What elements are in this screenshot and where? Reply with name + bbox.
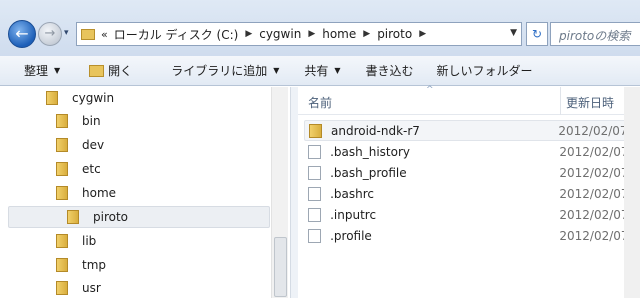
column-header-row: ^ 名前 更新日時 bbox=[298, 85, 640, 115]
tree-item-dev[interactable]: dev bbox=[56, 134, 104, 156]
dropdown-arrow-icon: ▼ bbox=[54, 66, 61, 75]
tree-item-label: piroto bbox=[93, 210, 129, 224]
folder-icon bbox=[67, 210, 79, 224]
open-label: 開く bbox=[108, 64, 133, 78]
tree-item-tmp[interactable]: tmp bbox=[56, 254, 106, 276]
item-name: android-ndk-r7 bbox=[331, 123, 420, 138]
tree-item-label: cygwin bbox=[72, 91, 115, 105]
folder-icon bbox=[81, 28, 95, 40]
breadcrumb-local-disk[interactable]: ローカル ディスク (C:) bbox=[114, 26, 239, 43]
share-button[interactable]: 共有 ▼ bbox=[290, 56, 351, 85]
refresh-button[interactable]: ↻ bbox=[526, 22, 548, 46]
list-item[interactable]: android-ndk-r7 2012/02/07 2 bbox=[304, 120, 640, 141]
column-header-name[interactable]: 名前 bbox=[308, 94, 332, 111]
folder-icon bbox=[309, 123, 322, 138]
file-icon bbox=[308, 186, 322, 201]
folder-icon bbox=[56, 281, 68, 295]
file-list-scrollbar[interactable] bbox=[624, 87, 640, 298]
item-name: .inputrc bbox=[330, 207, 377, 222]
back-button[interactable]: ← bbox=[8, 20, 36, 48]
folder-icon bbox=[56, 162, 68, 176]
command-bar: 整理 ▼ 開く ライブラリに追加 ▼ 共有 ▼ 書き込む 新しいフォルダー bbox=[0, 56, 640, 86]
file-icon bbox=[308, 165, 322, 180]
burn-button[interactable]: 書き込む bbox=[352, 56, 425, 85]
share-label: 共有 bbox=[304, 64, 329, 78]
tree-item-label: dev bbox=[82, 138, 105, 152]
address-row: ← → ▾ « ローカル ディスク (C:) ▶ cygwin ▶ home ▶… bbox=[0, 0, 640, 56]
scrollbar-thumb[interactable] bbox=[274, 237, 287, 297]
search-input[interactable]: pirotoの検索 bbox=[550, 22, 640, 46]
dropdown-arrow-icon: ▼ bbox=[273, 66, 280, 75]
tree-item-etc[interactable]: etc bbox=[56, 158, 101, 180]
list-item[interactable]: .profile 2012/02/07 2 bbox=[304, 225, 640, 246]
folder-icon bbox=[56, 186, 68, 200]
column-header-modified[interactable]: 更新日時 bbox=[566, 94, 614, 111]
file-list: ^ 名前 更新日時 android-ndk-r7 2012/02/07 2 .b… bbox=[298, 85, 640, 298]
tree-item-label: bin bbox=[82, 114, 101, 128]
breadcrumb-cygwin[interactable]: cygwin bbox=[259, 27, 301, 41]
breadcrumb: ローカル ディスク (C:) ▶ cygwin ▶ home ▶ piroto … bbox=[114, 26, 433, 43]
back-arrow-icon: ← bbox=[15, 24, 29, 43]
breadcrumb-home[interactable]: home bbox=[322, 27, 356, 41]
breadcrumb-separator-icon[interactable]: ▶ bbox=[245, 29, 252, 39]
item-name: .bashrc bbox=[330, 186, 375, 201]
tree-item-label: tmp bbox=[82, 258, 107, 272]
breadcrumb-separator-icon[interactable]: ▶ bbox=[308, 29, 315, 39]
folder-icon bbox=[56, 234, 68, 248]
navigation-scrollbar[interactable] bbox=[271, 87, 288, 298]
open-button[interactable]: 開く bbox=[71, 56, 143, 85]
refresh-icon: ↻ bbox=[531, 27, 543, 41]
add-to-library-button[interactable]: ライブラリに追加 ▼ bbox=[143, 56, 290, 85]
list-item[interactable]: .bashrc 2012/02/07 2 bbox=[304, 183, 640, 204]
forward-arrow-icon: → bbox=[44, 26, 56, 41]
burn-label: 書き込む bbox=[365, 64, 414, 78]
folder-icon bbox=[56, 138, 68, 152]
tree-item-cygwin[interactable]: cygwin bbox=[46, 87, 114, 109]
tree-item-piroto[interactable]: piroto bbox=[8, 206, 270, 228]
file-icon bbox=[308, 228, 322, 243]
folder-icon bbox=[56, 114, 68, 128]
tree-item-usr[interactable]: usr bbox=[56, 277, 101, 298]
sort-ascending-icon: ^ bbox=[426, 85, 434, 95]
address-bar[interactable]: « ローカル ディスク (C:) ▶ cygwin ▶ home ▶ pirot… bbox=[76, 22, 522, 46]
organize-button[interactable]: 整理 ▼ bbox=[0, 56, 71, 85]
new-folder-label: 新しいフォルダー bbox=[436, 64, 533, 78]
tree-item-label: usr bbox=[82, 281, 101, 295]
list-item[interactable]: .bash_profile 2012/02/07 2 bbox=[304, 162, 640, 183]
recent-pages-icon[interactable]: ▾ bbox=[64, 28, 69, 38]
tree-item-label: etc bbox=[82, 162, 101, 176]
dropdown-arrow-icon: ▼ bbox=[334, 66, 341, 75]
breadcrumb-separator-icon[interactable]: ▶ bbox=[363, 29, 370, 39]
folder-icon bbox=[56, 258, 68, 272]
file-icon bbox=[308, 144, 322, 159]
overflow-chevron-icon[interactable]: « bbox=[101, 28, 108, 41]
organize-label: 整理 bbox=[24, 64, 49, 78]
tree-item-label: home bbox=[82, 186, 117, 200]
folder-icon bbox=[46, 91, 58, 105]
address-dropdown-icon[interactable]: ▼ bbox=[510, 28, 517, 38]
tree-item-bin[interactable]: bin bbox=[56, 110, 101, 132]
list-item[interactable]: .inputrc 2012/02/07 2 bbox=[304, 204, 640, 225]
tree-item-label: lib bbox=[82, 234, 97, 248]
new-folder-button[interactable]: 新しいフォルダー bbox=[425, 56, 544, 85]
file-icon bbox=[308, 207, 322, 222]
open-folder-icon bbox=[89, 64, 105, 77]
navigation-pane: cygwin bin dev etc home piroto lib tmp u… bbox=[0, 87, 290, 298]
forward-button[interactable]: → bbox=[38, 22, 62, 46]
pane-splitter[interactable] bbox=[290, 87, 298, 298]
tree-item-lib[interactable]: lib bbox=[56, 230, 96, 252]
breadcrumb-piroto[interactable]: piroto bbox=[377, 27, 412, 41]
add-to-library-label: ライブラリに追加 bbox=[171, 64, 268, 78]
item-name: .profile bbox=[330, 228, 372, 243]
column-divider[interactable] bbox=[560, 87, 561, 115]
list-item[interactable]: .bash_history 2012/02/07 2 bbox=[304, 141, 640, 162]
breadcrumb-separator-icon[interactable]: ▶ bbox=[419, 29, 426, 39]
tree-item-home[interactable]: home bbox=[56, 182, 116, 204]
item-name: .bash_profile bbox=[330, 165, 407, 180]
item-name: .bash_history bbox=[330, 144, 411, 159]
